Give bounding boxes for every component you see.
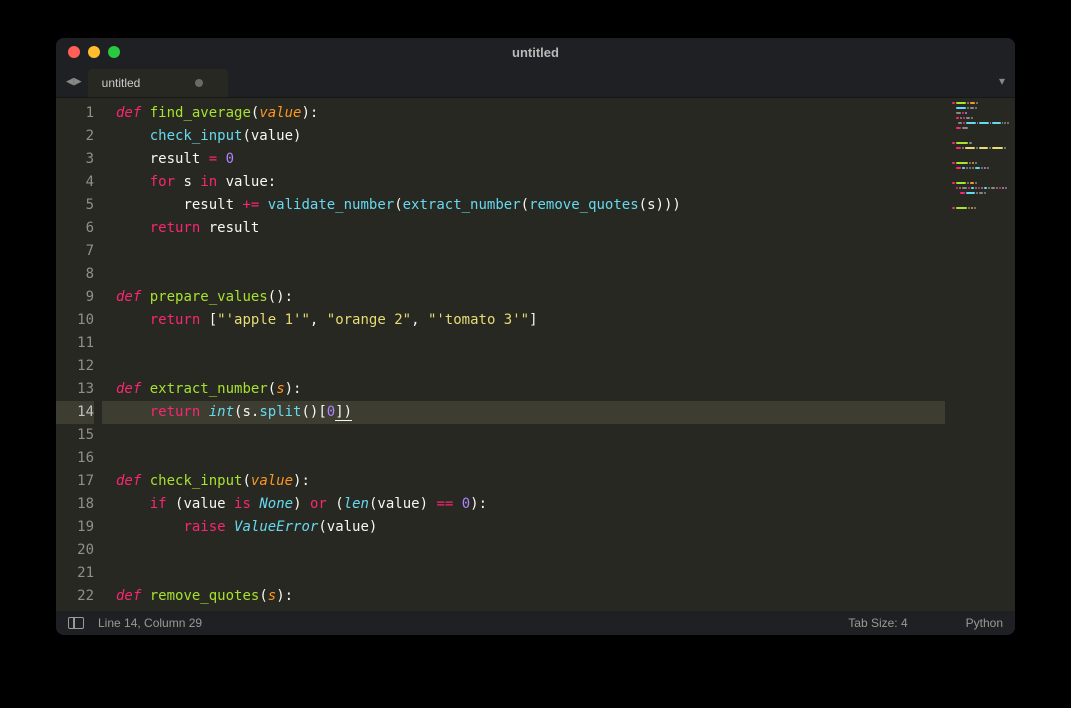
line-number[interactable]: 11: [56, 332, 94, 355]
code-line[interactable]: if (value is None) or (len(value) == 0):: [102, 493, 945, 516]
editor-area: 12345678910111213141516171819202122 def …: [56, 98, 1015, 611]
nav-back-icon[interactable]: ◀: [66, 74, 74, 89]
line-number[interactable]: 13: [56, 378, 94, 401]
line-number[interactable]: 9: [56, 286, 94, 309]
code-line[interactable]: raise ValueError(value): [102, 516, 945, 539]
nav-arrows: ◀ ▶: [56, 66, 88, 97]
line-number[interactable]: 20: [56, 539, 94, 562]
tab-untitled[interactable]: untitled: [88, 69, 228, 97]
code-line[interactable]: for s in value:: [102, 171, 945, 194]
minimap[interactable]: [945, 98, 1015, 611]
code-line[interactable]: return int(s.split()[0]): [102, 401, 945, 424]
minimize-icon[interactable]: [88, 46, 100, 58]
line-number[interactable]: 17: [56, 470, 94, 493]
line-number[interactable]: 5: [56, 194, 94, 217]
line-number[interactable]: 3: [56, 148, 94, 171]
traffic-lights: [68, 46, 120, 58]
code-line[interactable]: def find_average(value):: [102, 102, 945, 125]
code-line[interactable]: return ["'apple 1'", "orange 2", "'tomat…: [102, 309, 945, 332]
status-bar: Line 14, Column 29 Tab Size: 4 Python: [56, 611, 1015, 635]
code-line[interactable]: [102, 355, 945, 378]
editor-window: untitled ◀ ▶ untitled ▼ 1234567891011121…: [56, 38, 1015, 635]
line-number[interactable]: 16: [56, 447, 94, 470]
line-number[interactable]: 19: [56, 516, 94, 539]
code-line[interactable]: [102, 332, 945, 355]
tab-bar: ◀ ▶ untitled ▼: [56, 66, 1015, 98]
code-line[interactable]: [102, 447, 945, 470]
line-number[interactable]: 4: [56, 171, 94, 194]
line-number[interactable]: 2: [56, 125, 94, 148]
line-number[interactable]: 1: [56, 102, 94, 125]
syntax-mode[interactable]: Python: [966, 616, 1003, 630]
code-line[interactable]: def extract_number(s):: [102, 378, 945, 401]
line-number[interactable]: 21: [56, 562, 94, 585]
dirty-indicator-icon: [195, 79, 203, 87]
line-number[interactable]: 7: [56, 240, 94, 263]
code-line[interactable]: def remove_quotes(s):: [102, 585, 945, 608]
code-line[interactable]: result = 0: [102, 148, 945, 171]
line-number[interactable]: 8: [56, 263, 94, 286]
code-line[interactable]: result += validate_number(extract_number…: [102, 194, 945, 217]
titlebar: untitled: [56, 38, 1015, 66]
line-number[interactable]: 18: [56, 493, 94, 516]
code-line[interactable]: [102, 240, 945, 263]
window-title: untitled: [56, 45, 1015, 60]
code-line[interactable]: def prepare_values():: [102, 286, 945, 309]
code-line[interactable]: [102, 424, 945, 447]
nav-forward-icon[interactable]: ▶: [74, 74, 82, 89]
code-line[interactable]: [102, 539, 945, 562]
panel-toggle-icon[interactable]: [68, 617, 84, 629]
tab-label: untitled: [102, 76, 141, 90]
line-number[interactable]: 6: [56, 217, 94, 240]
line-number[interactable]: 22: [56, 585, 94, 608]
code-line[interactable]: [102, 562, 945, 585]
line-number[interactable]: 12: [56, 355, 94, 378]
code-line[interactable]: return result: [102, 217, 945, 240]
line-number[interactable]: 14: [56, 401, 94, 424]
code-line[interactable]: def check_input(value):: [102, 470, 945, 493]
code-line[interactable]: [102, 263, 945, 286]
close-icon[interactable]: [68, 46, 80, 58]
code-line[interactable]: check_input(value): [102, 125, 945, 148]
cursor-position[interactable]: Line 14, Column 29: [98, 616, 202, 630]
gutter[interactable]: 12345678910111213141516171819202122: [56, 98, 102, 611]
tab-menu-icon[interactable]: ▼: [999, 76, 1005, 87]
line-number[interactable]: 15: [56, 424, 94, 447]
code-editor[interactable]: def find_average(value): check_input(val…: [102, 98, 945, 611]
tab-size[interactable]: Tab Size: 4: [848, 616, 907, 630]
line-number[interactable]: 10: [56, 309, 94, 332]
zoom-icon[interactable]: [108, 46, 120, 58]
